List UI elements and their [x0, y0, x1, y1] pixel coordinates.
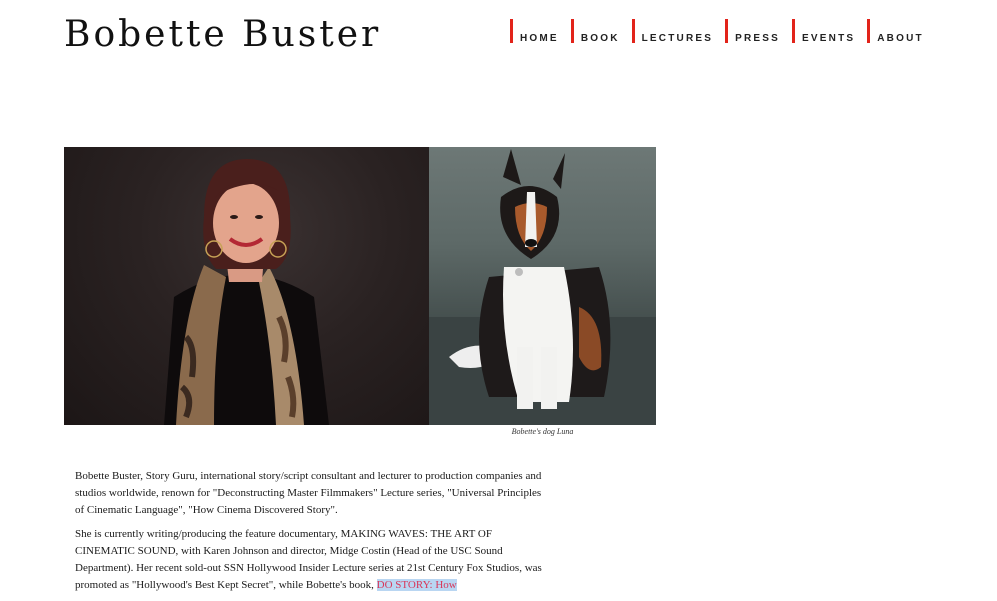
bio-section: Bobette Buster, Story Guru, internationa… — [75, 468, 545, 601]
nav-book[interactable]: BOOK — [569, 19, 630, 55]
dog-illustration — [429, 149, 656, 425]
nav-lectures[interactable]: LECTURES — [630, 19, 724, 55]
site-title[interactable]: Bobette Buster — [64, 14, 381, 55]
dog-photo-caption: Bobette's dog Luna — [511, 427, 574, 436]
portrait-photo — [64, 147, 429, 425]
nav-events[interactable]: EVENTS — [790, 19, 865, 55]
main-nav: HOME BOOK LECTURES PRESS EVENTS ABOUT — [508, 19, 934, 55]
nav-about[interactable]: ABOUT — [865, 19, 934, 55]
bio-paragraph-2-text: She is currently writing/producing the f… — [75, 528, 542, 591]
portrait-illustration — [164, 159, 329, 425]
dog-photo — [429, 147, 656, 425]
bio-paragraph-1: Bobette Buster, Story Guru, internationa… — [75, 470, 542, 516]
photo-row — [64, 147, 656, 425]
bio-paragraph-2: She is currently writing/producing the f… — [75, 526, 545, 594]
nav-press[interactable]: PRESS — [723, 19, 790, 55]
do-story-book-link[interactable]: DO STORY: How — [376, 579, 457, 591]
nav-home[interactable]: HOME — [508, 19, 569, 55]
